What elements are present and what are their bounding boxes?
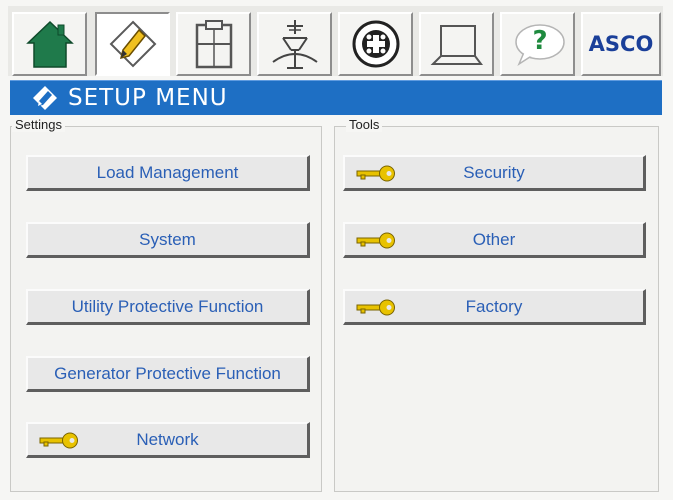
other-button[interactable]: Other <box>343 222 646 258</box>
key-icon <box>38 431 80 449</box>
tab-clipboard[interactable] <box>176 12 251 76</box>
utility-protective-function-button[interactable]: Utility Protective Function <box>26 289 310 325</box>
utility-protective-function-label: Utility Protective Function <box>71 296 264 316</box>
circuit-icon <box>349 17 403 71</box>
key-icon <box>355 298 397 316</box>
setup-screen: ? ASCO SETUP MENU Settings Load Manageme… <box>0 0 673 500</box>
generator-protective-function-button[interactable]: Generator Protective Function <box>26 356 310 392</box>
network-button[interactable]: Network <box>26 422 310 458</box>
top-toolbar: ? ASCO <box>8 6 663 76</box>
tools-label: Tools <box>346 117 383 132</box>
clipboard-icon <box>189 18 239 70</box>
security-label: Security <box>463 162 525 182</box>
tab-switch[interactable] <box>257 12 332 76</box>
tab-setup[interactable] <box>95 12 170 76</box>
settings-label: Settings <box>12 117 65 132</box>
help-label: ? <box>532 26 548 56</box>
system-button[interactable]: System <box>26 222 310 258</box>
tab-brand[interactable]: ASCO <box>581 12 661 76</box>
tab-laptop[interactable] <box>419 12 494 76</box>
generator-protective-function-label: Generator Protective Function <box>54 363 281 383</box>
tab-home[interactable] <box>12 12 87 76</box>
security-button[interactable]: Security <box>343 155 646 191</box>
network-label: Network <box>136 429 199 449</box>
load-management-label: Load Management <box>96 162 239 182</box>
title-bar: SETUP MENU <box>10 80 662 115</box>
pencil-icon <box>105 16 161 72</box>
tab-help[interactable]: ? <box>500 12 575 76</box>
help-icon: ? <box>509 20 567 68</box>
load-management-button[interactable]: Load Management <box>26 155 310 191</box>
system-label: System <box>139 229 196 249</box>
other-label: Other <box>472 229 516 249</box>
laptop-icon <box>429 18 485 70</box>
pencil-icon <box>32 85 58 111</box>
home-icon <box>25 19 74 69</box>
transfer-switch-icon <box>267 16 323 72</box>
asco-logo: ASCO <box>588 32 654 56</box>
factory-label: Factory <box>465 296 523 316</box>
tab-diagnostics[interactable] <box>338 12 413 76</box>
key-icon <box>355 231 397 249</box>
factory-button[interactable]: Factory <box>343 289 646 325</box>
key-icon <box>355 164 397 182</box>
page-title: SETUP MENU <box>68 85 228 111</box>
